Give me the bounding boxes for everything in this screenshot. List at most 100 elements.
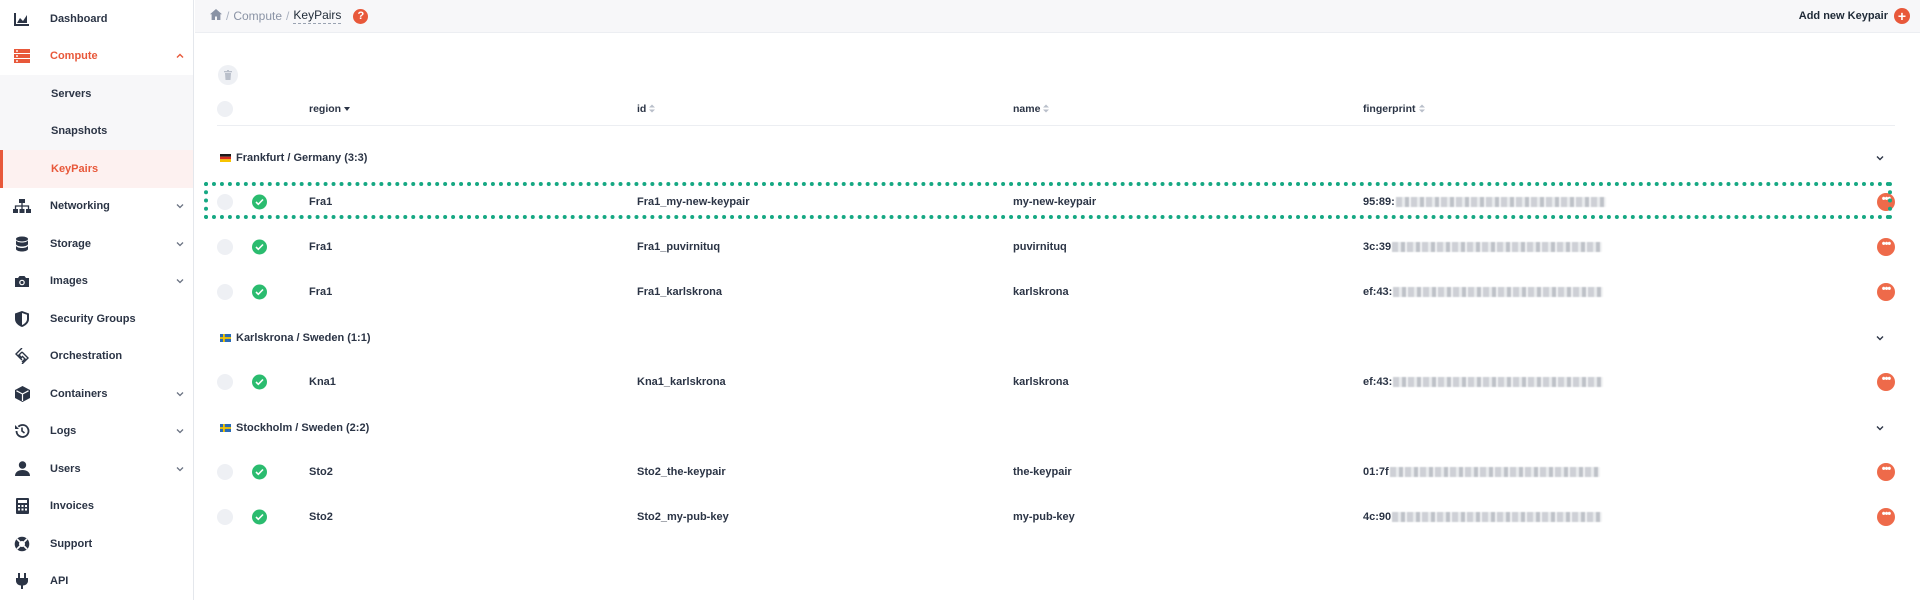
cell-region: Sto2 [309, 510, 333, 523]
group-row-frankfurt[interactable]: Frankfurt / Germany (3:3) [217, 141, 1895, 175]
sidebar-item-storage[interactable]: Storage [0, 225, 193, 263]
group-row-karlskrona[interactable]: Karlskrona / Sweden (1:1) [217, 321, 1895, 355]
sidebar-item-label: Logs [50, 425, 77, 438]
row-actions-button[interactable]: ••• [1877, 192, 1895, 211]
row-actions-button[interactable]: ••• [1877, 372, 1895, 391]
cell-name: my-new-keypair [1013, 195, 1097, 208]
chevron-down-icon [176, 204, 184, 209]
row-actions-button[interactable]: ••• [1877, 462, 1895, 481]
table-row[interactable]: Sto2 Sto2_the-keypair the-keypair 01:7f … [217, 449, 1895, 494]
help-icon[interactable]: ? [353, 8, 369, 24]
cell-id: Kna1_karlskrona [637, 375, 726, 388]
sidebar: Dashboard Compute Servers Snapshots KeyP… [0, 0, 194, 600]
redacted-fingerprint [1392, 241, 1603, 252]
sidebar-subitem-keypairs[interactable]: KeyPairs [0, 150, 193, 188]
sidebar-item-invoices[interactable]: Invoices [0, 488, 193, 526]
history-icon [13, 422, 31, 440]
table-row[interactable]: Kna1 Kna1_karlskrona karlskrona ef:43: •… [217, 359, 1895, 404]
chevron-down-icon[interactable] [1875, 153, 1885, 163]
fingerprint-prefix: 4c:90 [1363, 510, 1392, 523]
row-actions-button[interactable]: ••• [1877, 237, 1895, 256]
cell-name: karlskrona [1013, 285, 1069, 298]
table-row[interactable]: Fra1 Fra1_my-new-keypair my-new-keypair … [217, 179, 1895, 224]
sidebar-item-label: API [50, 575, 69, 588]
sidebar-item-dashboard[interactable]: Dashboard [0, 0, 193, 38]
sidebar-subitem-snapshots[interactable]: Snapshots [0, 112, 193, 150]
status-ok-icon [252, 464, 267, 479]
more-icon: ••• [1881, 508, 1892, 520]
sidebar-item-label: Storage [50, 237, 91, 250]
group-row-stockholm[interactable]: Stockholm / Sweden (2:2) [217, 411, 1895, 445]
row-checkbox[interactable] [217, 508, 233, 525]
sidebar-item-label: Compute [50, 50, 98, 63]
sidebar-item-containers[interactable]: Containers [0, 375, 193, 413]
column-header-region[interactable]: region [309, 103, 351, 115]
row-checkbox[interactable] [217, 238, 233, 255]
cell-fingerprint: 4c:90 [1363, 510, 1603, 523]
breadcrumb-separator: / [226, 9, 230, 23]
user-icon [13, 460, 31, 478]
column-header-name[interactable]: name [1013, 102, 1050, 115]
chevron-down-icon [176, 429, 184, 434]
chevron-down-icon[interactable] [1875, 333, 1885, 343]
sidebar-item-label: Users [50, 462, 81, 475]
table-row[interactable]: Fra1 Fra1_puvirnituq puvirnituq 3c:39 ••… [217, 224, 1895, 269]
status-ok-icon [252, 374, 267, 389]
cell-region: Kna1 [309, 375, 336, 388]
add-keypair-label: Add new Keypair [1798, 10, 1888, 22]
sidebar-item-api[interactable]: API [0, 563, 193, 600]
redacted-fingerprint [1393, 376, 1604, 387]
top-bar: / Compute / KeyPairs ? Add new Keypair + [195, 0, 1920, 33]
table-row[interactable]: Sto2 Sto2_my-pub-key my-pub-key 4c:90 ••… [217, 494, 1895, 539]
chevron-down-icon[interactable] [1875, 423, 1885, 433]
sidebar-item-orchestration[interactable]: Orchestration [0, 338, 193, 376]
status-ok-icon [252, 194, 267, 209]
sidebar-item-networking[interactable]: Networking [0, 188, 193, 226]
select-all-checkbox[interactable] [217, 101, 233, 117]
column-header-fingerprint[interactable]: fingerprint [1363, 103, 1425, 115]
germany-flag-icon [220, 154, 231, 162]
lifebuoy-icon [13, 535, 31, 553]
sidebar-item-label: Images [50, 275, 88, 288]
breadcrumb-separator: / [286, 9, 290, 23]
fingerprint-prefix: 01:7f [1363, 465, 1389, 478]
sidebar-item-users[interactable]: Users [0, 450, 193, 488]
sidebar-item-compute[interactable]: Compute [0, 38, 193, 76]
row-checkbox[interactable] [217, 373, 233, 390]
delete-selected-button[interactable] [218, 65, 238, 85]
sweden-flag-icon [220, 334, 231, 342]
sidebar-subitem-label: Snapshots [51, 125, 108, 138]
more-icon: ••• [1881, 373, 1892, 385]
breadcrumb-compute[interactable]: Compute [233, 9, 282, 23]
sidebar-subitem-servers[interactable]: Servers [0, 75, 193, 113]
cell-fingerprint: 01:7f [1363, 466, 1600, 478]
row-checkbox[interactable] [217, 193, 233, 210]
sidebar-item-logs[interactable]: Logs [0, 413, 193, 451]
cell-name: the-keypair [1013, 465, 1072, 478]
breadcrumb: / Compute / KeyPairs ? [210, 8, 369, 24]
row-checkbox[interactable] [217, 463, 233, 480]
group-label: Stockholm / Sweden (2:2) [236, 422, 370, 434]
sidebar-item-support[interactable]: Support [0, 525, 193, 563]
more-icon: ••• [1881, 283, 1892, 295]
home-icon[interactable] [210, 9, 222, 23]
orchestration-icon [13, 347, 31, 365]
status-ok-icon [252, 284, 267, 299]
row-actions-button[interactable]: ••• [1877, 507, 1895, 526]
sidebar-item-label: Networking [50, 200, 110, 213]
shield-icon [13, 310, 31, 328]
chevron-down-icon [176, 391, 184, 397]
sidebar-item-security-groups[interactable]: Security Groups [0, 300, 193, 338]
add-keypair-button[interactable]: Add new Keypair + [1799, 8, 1910, 24]
camera-icon [13, 272, 31, 290]
sidebar-item-images[interactable]: Images [0, 263, 193, 301]
column-label: name [1013, 102, 1041, 115]
fingerprint-prefix: 95:89: [1363, 195, 1395, 208]
cell-id: Fra1_karlskrona [637, 285, 722, 298]
row-actions-button[interactable]: ••• [1877, 282, 1895, 301]
sidebar-item-label: Invoices [50, 500, 95, 513]
more-icon: ••• [1881, 238, 1892, 250]
column-header-id[interactable]: id [637, 103, 656, 115]
row-checkbox[interactable] [217, 283, 233, 300]
table-row[interactable]: Fra1 Fra1_karlskrona karlskrona ef:43: •… [217, 269, 1895, 314]
